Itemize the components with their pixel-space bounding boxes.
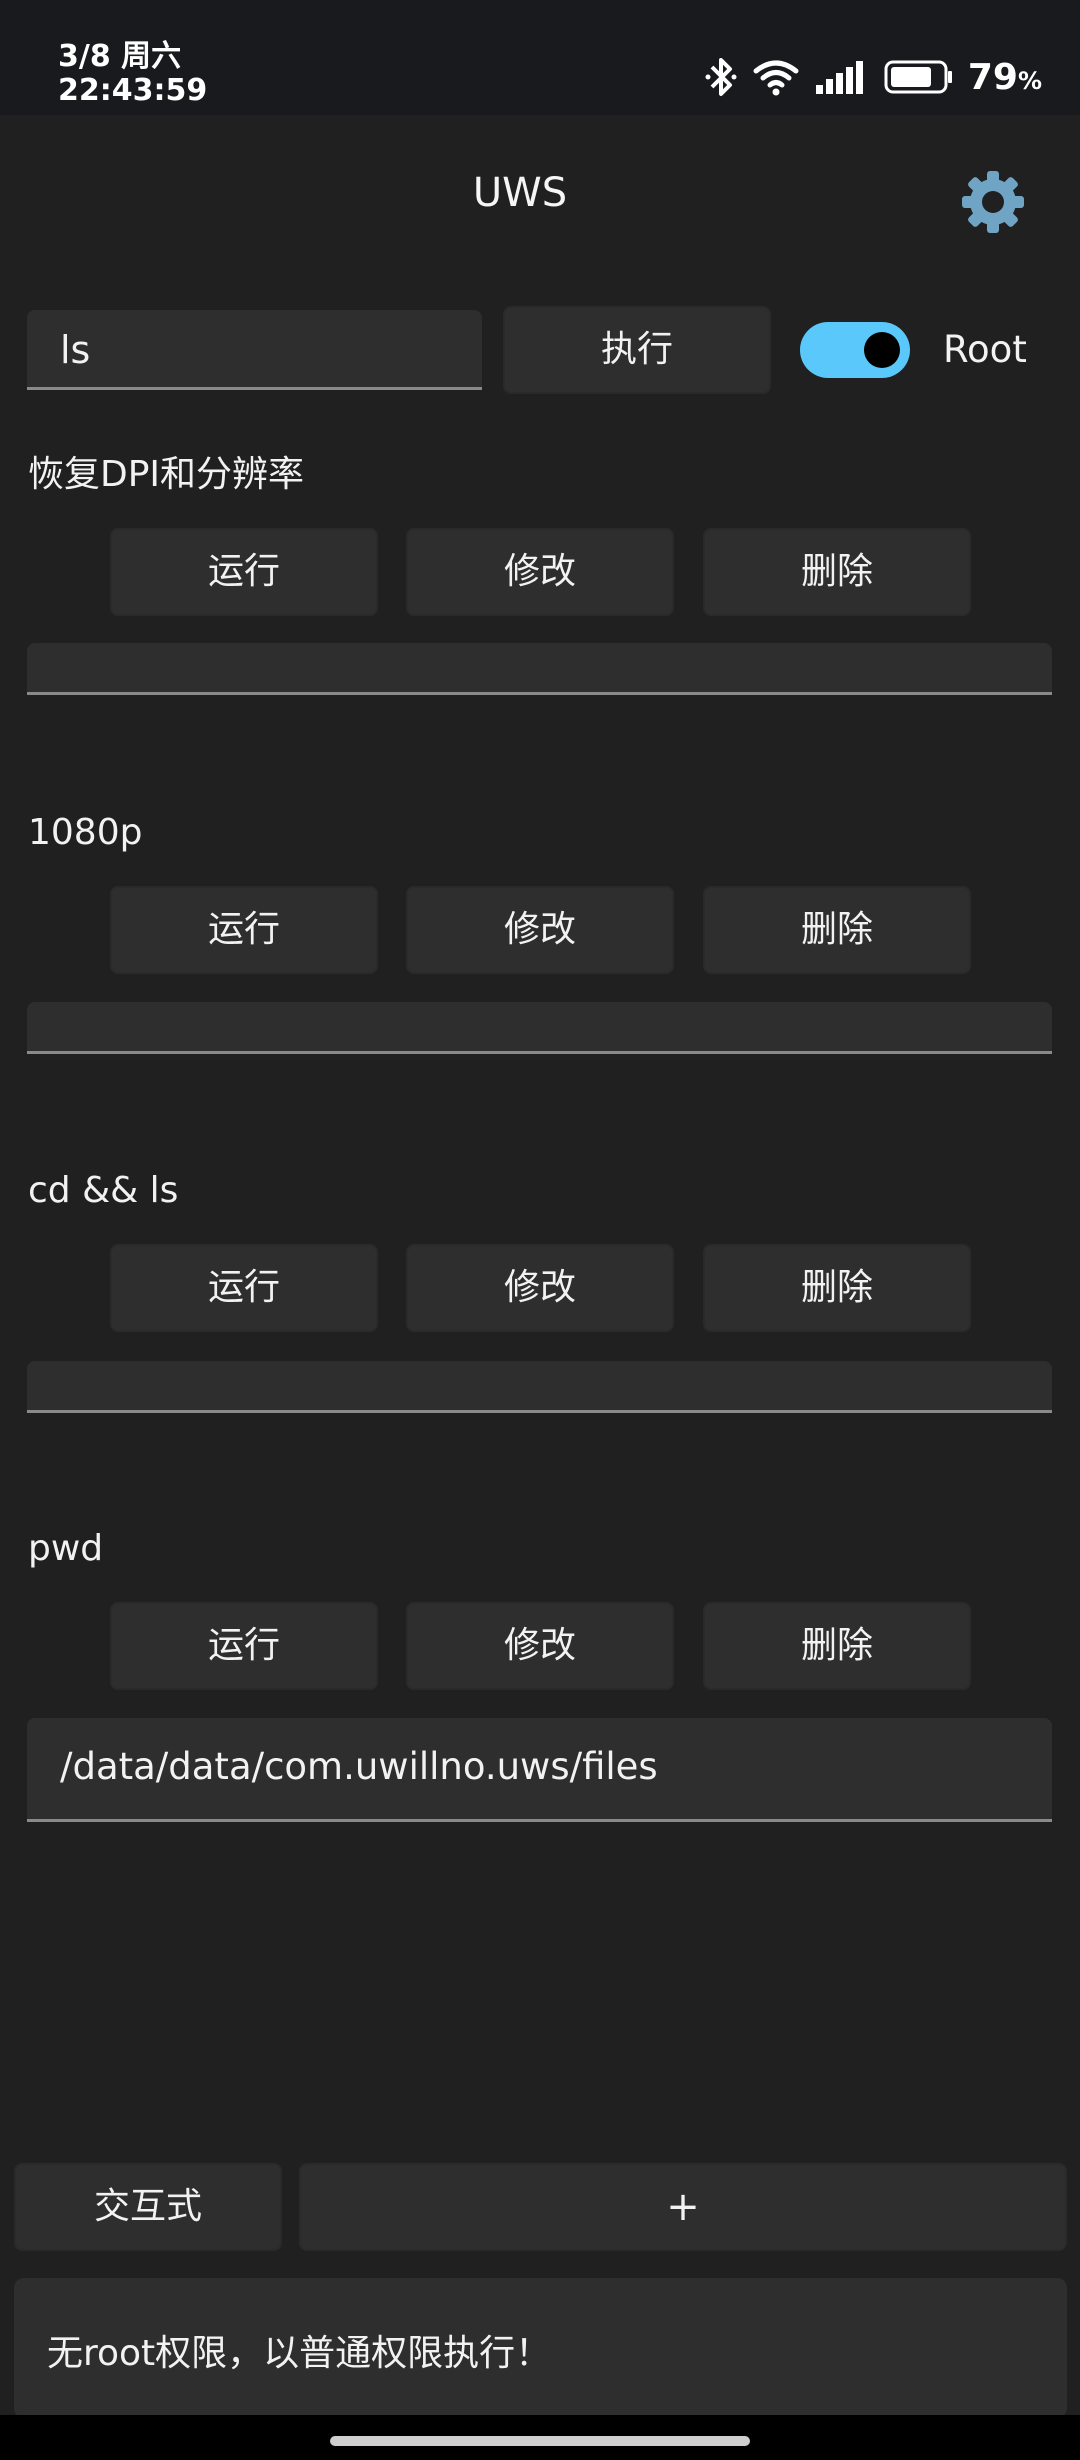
- wifi-icon: [752, 57, 800, 97]
- status-icons: 79%: [704, 52, 1042, 102]
- status-date: 3/8 周六: [58, 39, 182, 74]
- command-title: 恢复DPI和分辨率: [28, 454, 305, 495]
- battery-percent: 79%: [968, 57, 1042, 98]
- delete-button[interactable]: 删除: [703, 1602, 971, 1690]
- command-title: 1080p: [28, 812, 143, 853]
- navigation-bar: [0, 2415, 1080, 2460]
- run-button[interactable]: 运行: [110, 528, 378, 616]
- status-time: 22:43:59: [58, 73, 208, 108]
- signal-icon: [814, 57, 870, 97]
- toggle-knob: [864, 332, 900, 368]
- run-button[interactable]: 运行: [110, 1602, 378, 1690]
- root-toggle[interactable]: [800, 322, 910, 378]
- command-output: [27, 643, 1052, 695]
- battery-unit: %: [1017, 66, 1042, 95]
- delete-button[interactable]: 删除: [703, 1244, 971, 1332]
- delete-button[interactable]: 删除: [703, 528, 971, 616]
- log-message: 无root权限，以普通权限执行！: [14, 2278, 1067, 2418]
- interactive-mode-button[interactable]: 交互式: [14, 2163, 282, 2251]
- command-input[interactable]: ls: [27, 310, 482, 390]
- command-output: /data/data/com.uwillno.uws/files: [27, 1718, 1052, 1822]
- bluetooth-icon: [704, 55, 738, 99]
- add-command-button[interactable]: +: [299, 2163, 1067, 2251]
- battery-icon: [884, 59, 954, 95]
- app-title: UWS: [472, 170, 568, 216]
- root-label: Root: [943, 328, 1027, 371]
- command-title: pwd: [28, 1528, 104, 1569]
- status-bar: 3/8 周六 22:43:59 79%: [0, 0, 1080, 115]
- execute-button[interactable]: 执行: [503, 306, 771, 394]
- battery-value: 79: [967, 56, 1018, 98]
- command-title: cd && ls: [28, 1170, 179, 1211]
- edit-button[interactable]: 修改: [406, 1244, 674, 1332]
- home-indicator[interactable]: [330, 2436, 750, 2446]
- edit-button[interactable]: 修改: [406, 1602, 674, 1690]
- run-button[interactable]: 运行: [110, 1244, 378, 1332]
- app-bar: UWS: [0, 115, 1080, 285]
- delete-button[interactable]: 删除: [703, 886, 971, 974]
- command-output: [27, 1002, 1052, 1054]
- gear-icon[interactable]: [958, 167, 1028, 237]
- command-output: [27, 1361, 1052, 1413]
- edit-button[interactable]: 修改: [406, 528, 674, 616]
- edit-button[interactable]: 修改: [406, 886, 674, 974]
- run-button[interactable]: 运行: [110, 886, 378, 974]
